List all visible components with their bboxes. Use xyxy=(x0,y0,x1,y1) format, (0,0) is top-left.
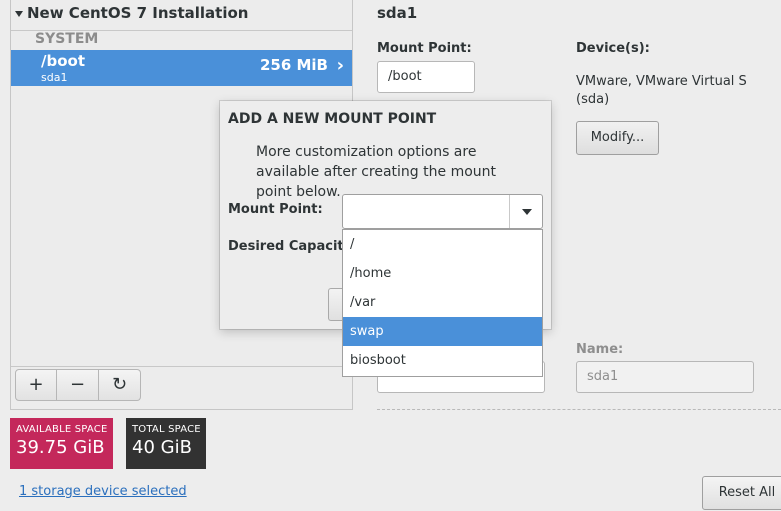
expander-triangle-icon[interactable] xyxy=(15,10,23,17)
row-size: 256 MiB xyxy=(259,56,328,74)
add-mount-point-button[interactable]: + xyxy=(15,369,57,401)
device-id: (sda) xyxy=(576,92,610,107)
dropdown-option-swap[interactable]: swap xyxy=(343,317,542,346)
name-field: sda1 xyxy=(576,361,754,393)
remove-mount-point-button[interactable]: − xyxy=(57,369,99,401)
pane-button-group: + − ↻ xyxy=(15,369,141,401)
chevron-down-icon xyxy=(522,209,532,215)
available-space-label: AVAILABLE SPACE xyxy=(16,424,108,435)
refresh-icon[interactable]: ↻ xyxy=(99,369,141,401)
total-space-label: TOTAL SPACE xyxy=(132,424,201,435)
mount-point-combobox[interactable] xyxy=(342,194,543,229)
name-label: Name: xyxy=(576,342,624,357)
details-title: sda1 xyxy=(377,4,418,22)
list-divider xyxy=(11,366,352,367)
total-space-box: TOTAL SPACE 40 GiB xyxy=(126,418,206,469)
dialog-mount-point-label: Mount Point: xyxy=(228,202,323,217)
device-description: VMware, VMware Virtual S (sda) xyxy=(576,73,747,109)
details-mount-point-field[interactable]: /boot xyxy=(377,61,475,93)
modify-button[interactable]: Modify... xyxy=(576,121,659,155)
installation-header[interactable]: New CentOS 7 Installation xyxy=(15,4,248,22)
system-group-label: SYSTEM xyxy=(35,31,99,47)
chevron-right-icon: › xyxy=(336,55,344,76)
device-name: VMware, VMware Virtual S xyxy=(576,74,747,89)
installation-title: New CentOS 7 Installation xyxy=(27,4,249,22)
details-mount-point-label: Mount Point: xyxy=(377,41,472,56)
dialog-title: ADD A NEW MOUNT POINT xyxy=(228,111,437,127)
reset-all-button[interactable]: Reset All xyxy=(702,476,781,510)
combobox-toggle[interactable] xyxy=(509,195,542,228)
dropdown-option-var[interactable]: /var xyxy=(343,288,542,317)
mount-point-row-boot[interactable]: /boot sda1 256 MiB › xyxy=(11,50,352,86)
devices-label: Device(s): xyxy=(576,41,650,56)
available-space-box: AVAILABLE SPACE 39.75 GiB xyxy=(10,418,113,469)
desired-capacity-label: Desired Capacity: xyxy=(228,239,358,254)
details-divider xyxy=(377,409,781,410)
mount-point-dropdown: / /home /var swap biosboot xyxy=(342,229,543,377)
row-mount-point: /boot xyxy=(41,52,85,70)
dialog-description: More customization options are available… xyxy=(256,144,497,200)
dropdown-option-root[interactable]: / xyxy=(343,230,542,259)
total-space-value: 40 GiB xyxy=(132,437,192,458)
row-device: sda1 xyxy=(41,71,68,84)
dropdown-option-biosboot[interactable]: biosboot xyxy=(343,346,542,375)
available-space-value: 39.75 GiB xyxy=(16,437,105,458)
dropdown-option-home[interactable]: /home xyxy=(343,259,542,288)
storage-devices-link[interactable]: 1 storage device selected xyxy=(19,484,187,499)
